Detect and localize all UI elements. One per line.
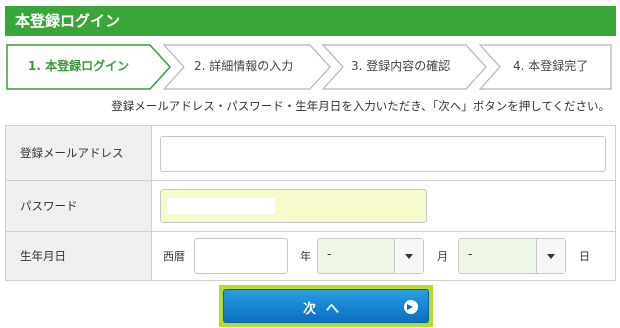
chevron-down-icon	[547, 254, 555, 259]
next-button-highlight: 次へ	[219, 285, 433, 327]
login-form: 登録メールアドレス パスワード 生年月日 西暦 年 - 月 - 日	[5, 125, 616, 281]
birth-month-value: -	[327, 247, 332, 261]
page-header: 本登録ログイン	[5, 6, 616, 36]
birth-year-field[interactable]	[194, 238, 288, 274]
month-unit-label: 月	[437, 250, 448, 263]
step-3-label: 3. 登録内容の確認	[351, 59, 451, 73]
month-dropdown-button[interactable]	[394, 239, 423, 273]
email-field[interactable]	[160, 136, 606, 172]
arrow-circle-right-icon	[404, 300, 418, 314]
birth-day-select[interactable]: -	[458, 238, 566, 274]
instruction-text: 登録メールアドレス・パスワード・生年月日を入力いただき、「次へ」ボタンを押してく…	[111, 99, 610, 113]
email-row: 登録メールアドレス	[6, 126, 615, 181]
chevron-down-icon	[405, 254, 413, 259]
password-field[interactable]	[160, 189, 427, 223]
page-title: 本登録ログイン	[15, 12, 121, 30]
year-unit-label: 年	[300, 250, 311, 263]
day-dropdown-button[interactable]	[536, 239, 565, 273]
password-label: パスワード	[6, 181, 152, 231]
password-row: パスワード	[6, 181, 615, 232]
era-label: 西暦	[163, 250, 185, 263]
birthdate-label: 生年月日	[6, 232, 152, 280]
birthdate-row: 生年月日 西暦 年 - 月 - 日	[6, 232, 615, 280]
password-value	[167, 198, 275, 214]
step-4-label: 4. 本登録完了	[513, 59, 589, 73]
birth-day-value: -	[468, 247, 473, 261]
day-unit-label: 日	[579, 250, 590, 263]
next-button[interactable]: 次へ	[223, 289, 429, 323]
progress-steps: 1. 本登録ログイン 2. 詳細情報の入力 3. 登録内容の確認 4. 本登録完…	[6, 44, 612, 90]
step-1-label: 1. 本登録ログイン	[28, 59, 130, 73]
step-2-label: 2. 詳細情報の入力	[194, 59, 294, 73]
birth-month-select[interactable]: -	[317, 238, 424, 274]
next-button-label: 次へ	[302, 302, 349, 317]
email-label: 登録メールアドレス	[6, 126, 152, 180]
